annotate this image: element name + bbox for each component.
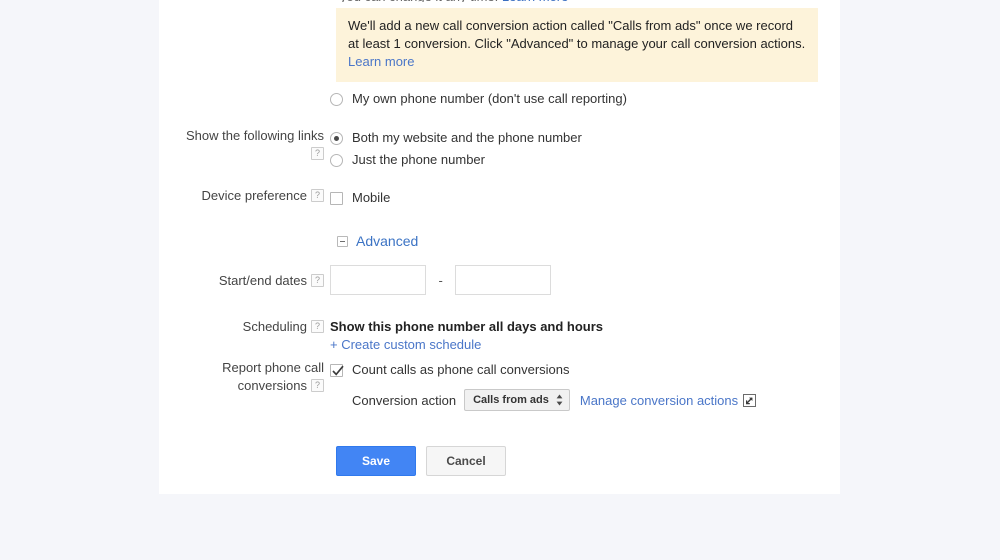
- clipped-top-text: you can change it any time. Learn more: [340, 0, 568, 2]
- start-end-dates-label: Start/end dates: [218, 273, 307, 288]
- collapse-minus-icon[interactable]: [337, 235, 348, 247]
- help-icon-start-end-dates[interactable]: ?: [311, 274, 324, 288]
- device-preference-field-col: Mobile: [330, 187, 390, 209]
- external-link-icon: [743, 393, 757, 407]
- radio-own-number-icon[interactable]: [330, 92, 343, 106]
- show-links-label-col: Show the following links ?: [159, 127, 330, 163]
- help-icon-device-preference[interactable]: ?: [311, 189, 324, 203]
- device-preference-label: Device preference: [201, 188, 308, 203]
- start-end-dates-label-col: Start/end dates?: [159, 265, 330, 290]
- help-icon-show-links[interactable]: ?: [311, 147, 324, 161]
- scheduling-row: Scheduling? Show this phone number all d…: [159, 318, 603, 353]
- scheduling-label-col: Scheduling?: [159, 318, 330, 336]
- radio-option-both[interactable]: Both my website and the phone number: [330, 127, 582, 149]
- radio-both-icon[interactable]: [330, 131, 343, 145]
- show-links-field-col: Both my website and the phone number Jus…: [330, 127, 582, 171]
- show-links-row: Show the following links ? Both my websi…: [159, 127, 582, 171]
- report-conversions-field-col: Count calls as phone call conversions Co…: [330, 359, 757, 411]
- radio-own-number-label: My own phone number (don't use call repo…: [352, 91, 627, 106]
- checkbox-count-calls-icon[interactable]: [330, 363, 344, 377]
- select-updown-arrows-icon: [555, 393, 564, 407]
- checkbox-count-calls-label: Count calls as phone call conversions: [352, 362, 570, 377]
- settings-card: you can change it any time. Learn more W…: [159, 0, 840, 494]
- date-range-separator: -: [438, 272, 443, 288]
- conversion-action-row: Conversion action Calls from ads Manage …: [330, 389, 757, 411]
- conversion-action-select[interactable]: Calls from ads: [464, 389, 570, 411]
- conversion-action-value: Calls from ads: [473, 394, 549, 406]
- radio-both-label: Both my website and the phone number: [352, 130, 582, 145]
- save-button[interactable]: Save: [336, 446, 416, 476]
- report-conversions-label-line1: Report phone call: [222, 360, 324, 375]
- cancel-button[interactable]: Cancel: [426, 446, 506, 476]
- clipped-top-text-row: you can change it any time. Learn more: [159, 0, 840, 2]
- checkbox-mobile-label: Mobile: [352, 190, 391, 205]
- start-date-input[interactable]: [330, 265, 426, 295]
- radio-option-own-number[interactable]: My own phone number (don't use call repo…: [330, 88, 627, 110]
- checkbox-mobile-icon[interactable]: [330, 191, 343, 205]
- call-conversion-notice: We'll add a new call conversion action c…: [336, 8, 818, 82]
- end-date-input[interactable]: [455, 265, 552, 295]
- start-end-dates-row: Start/end dates? -: [159, 265, 552, 296]
- report-conversions-label-line2: conversions: [237, 378, 307, 393]
- report-conversions-row: Report phone call conversions? Count cal…: [159, 359, 757, 411]
- own-number-row: My own phone number (don't use call repo…: [159, 88, 627, 110]
- create-custom-schedule-link[interactable]: + Create custom schedule: [330, 336, 481, 353]
- device-preference-label-col: Device preference?: [159, 187, 330, 205]
- manage-conversion-actions-link[interactable]: Manage conversion actions: [579, 392, 757, 408]
- manage-conversion-actions-label: Manage conversion actions: [579, 392, 739, 408]
- radio-just-phone-label: Just the phone number: [352, 152, 485, 167]
- notice-text: We'll add a new call conversion action c…: [348, 18, 806, 51]
- checkbox-option-count-calls[interactable]: Count calls as phone call conversions: [330, 359, 756, 381]
- scheduling-summary: Show this phone number all days and hour…: [330, 319, 604, 334]
- checkbox-option-mobile[interactable]: Mobile: [330, 187, 390, 209]
- radio-option-just-phone[interactable]: Just the phone number: [330, 149, 582, 171]
- page-root: you can change it any time. Learn more W…: [0, 0, 1000, 560]
- clipped-top-link[interactable]: Learn more: [502, 0, 568, 2]
- notice-learn-more-link[interactable]: Learn more: [348, 54, 414, 69]
- help-icon-report-conversions[interactable]: ?: [311, 379, 324, 393]
- advanced-label: Advanced: [356, 233, 419, 249]
- report-conversions-label-col: Report phone call conversions?: [159, 359, 330, 395]
- conversion-action-label: Conversion action: [352, 392, 457, 408]
- show-links-label: Show the following links: [185, 128, 324, 143]
- clipped-top-fragment: you can change it any time.: [340, 0, 502, 2]
- start-end-dates-field-col: -: [330, 265, 552, 296]
- form-actions: Save Cancel: [336, 446, 506, 476]
- help-icon-scheduling[interactable]: ?: [311, 320, 324, 334]
- own-number-field-col: My own phone number (don't use call repo…: [330, 88, 627, 110]
- advanced-toggle[interactable]: Advanced: [337, 233, 418, 249]
- radio-just-phone-icon[interactable]: [330, 153, 343, 167]
- scheduling-label: Scheduling: [242, 319, 307, 334]
- scheduling-field-col: Show this phone number all days and hour…: [330, 318, 603, 353]
- device-preference-row: Device preference? Mobile: [159, 187, 391, 209]
